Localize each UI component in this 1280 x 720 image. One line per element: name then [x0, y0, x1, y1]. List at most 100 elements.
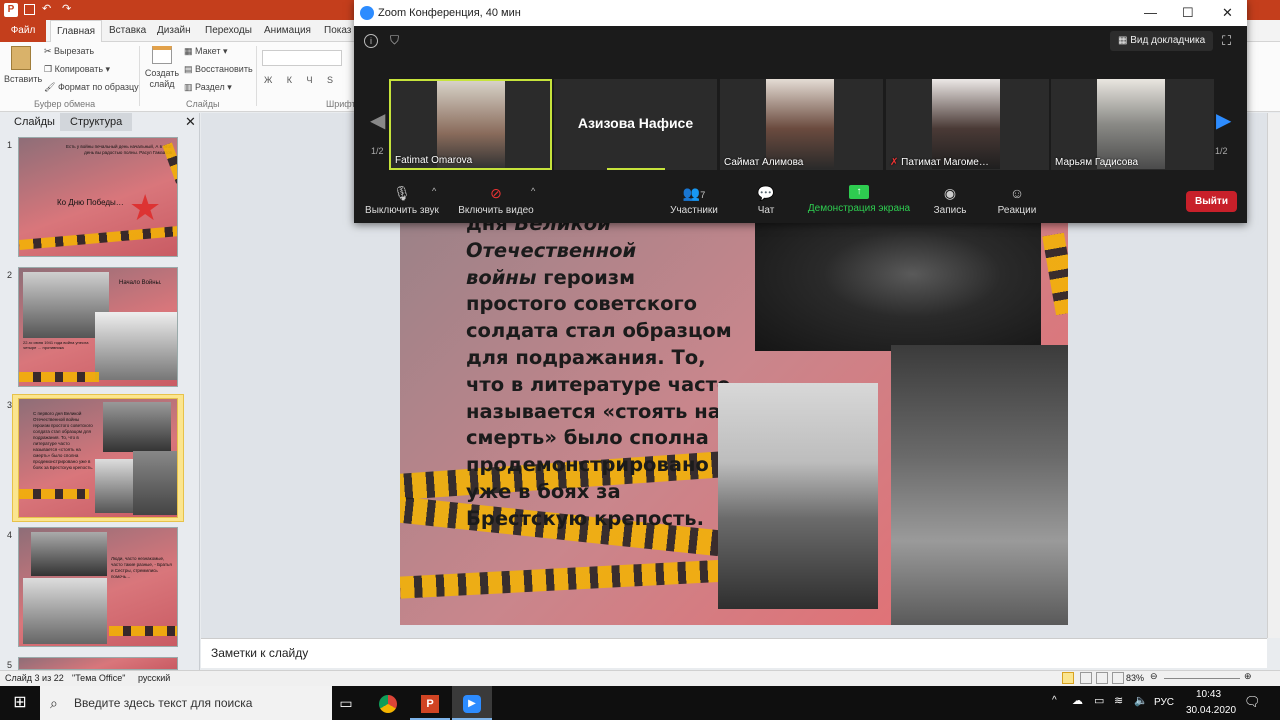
clock-date[interactable]: 30.04.2020 — [1186, 705, 1236, 716]
close-icon[interactable]: ✕ — [1222, 0, 1233, 26]
maximize-icon[interactable]: ☐ — [1182, 0, 1194, 26]
minimize-icon[interactable]: — — [1144, 0, 1157, 26]
volume-icon[interactable]: 🔈 — [1134, 694, 1148, 707]
thumbnail-photo — [103, 402, 171, 452]
slide-thumbnail-5[interactable] — [18, 657, 178, 670]
tab-animation[interactable]: Анимация — [258, 20, 317, 42]
taskbar-search[interactable]: ⌕ Введите здесь текст для поиска — [40, 686, 332, 720]
war-photo-nurse[interactable] — [718, 383, 878, 609]
reading-view-icon[interactable] — [1096, 672, 1108, 684]
zoom-level[interactable]: 83% — [1126, 673, 1144, 683]
participants-button[interactable]: 👥7 Участники — [666, 185, 722, 216]
zoom-window-title: Zoom Конференция, 40 мин — [378, 7, 521, 19]
tray-chevron-icon[interactable]: ^ — [1052, 695, 1057, 706]
slide-number: 4 — [7, 530, 13, 540]
layout-button[interactable]: ▦ Макет ▾ — [184, 46, 228, 57]
video-tile-fatimat[interactable]: Fatimat Omarova — [389, 79, 552, 170]
paste-button[interactable]: Вставить — [4, 46, 42, 96]
close-icon[interactable]: ✕ — [185, 114, 196, 130]
microphone-icon: 🎙 — [393, 185, 411, 201]
share-screen-button[interactable]: ↑ Демонстрация экрана — [804, 185, 914, 214]
start-video-button[interactable]: ⊘ Включить видео — [454, 185, 538, 216]
cloud-icon[interactable]: ☁ — [1072, 694, 1083, 707]
video-tile-azizova[interactable]: Азизова Нафисе — [554, 79, 717, 170]
slide-thumbnail-4[interactable]: Люди, часто незнакомые, часто такие разн… — [18, 527, 178, 647]
normal-view-icon[interactable] — [1062, 672, 1074, 684]
current-slide[interactable]: дня Великой Отечественной войны героизм … — [400, 223, 1068, 625]
mic-muted-icon: ✗ — [890, 157, 902, 168]
powerpoint-taskbar-icon[interactable]: P — [410, 686, 450, 720]
participant-video — [1097, 79, 1165, 169]
font-name-select[interactable] — [262, 50, 342, 66]
tab-outline[interactable]: Структура — [60, 113, 133, 131]
task-view-icon[interactable]: ▭ — [326, 686, 366, 720]
copy-button[interactable]: ❐ Копировать ▾ — [44, 64, 110, 75]
zoom-in-icon[interactable]: ⊕ — [1244, 671, 1252, 682]
star-icon: ★ — [129, 187, 162, 228]
slide-thumbnail-2[interactable]: Начало Войны. 22-го июня 1941 года война… — [18, 267, 178, 387]
share-screen-icon: ↑ — [849, 185, 869, 199]
new-slide-button[interactable]: Создать слайд — [144, 46, 180, 90]
status-bar: Слайд 3 из 22 "Тема Office" русский 83% … — [0, 670, 1280, 686]
tab-slides[interactable]: Слайды — [4, 113, 65, 131]
info-icon[interactable]: i — [364, 34, 378, 48]
tab-file[interactable]: Файл — [0, 20, 46, 42]
record-button[interactable]: ◉ Запись — [930, 185, 970, 216]
chrome-icon[interactable] — [368, 686, 408, 720]
language-status: русский — [138, 673, 171, 683]
next-page-icon[interactable]: ▶ — [1216, 108, 1231, 133]
chat-button[interactable]: 💬 Чат — [748, 185, 784, 216]
video-tile-patimat[interactable]: ✗ Патимат Магоме… — [886, 79, 1049, 170]
video-tile-maryam[interactable]: Марьям Гадисова — [1051, 79, 1214, 170]
sorter-view-icon[interactable] — [1080, 672, 1092, 684]
brush-icon: 🖌 — [44, 82, 58, 92]
redo-icon[interactable]: ↷ — [62, 2, 71, 15]
windows-start-icon[interactable]: ⊞ — [0, 686, 40, 720]
thumbnail-photo — [95, 459, 133, 513]
chevron-up-icon[interactable]: ^ — [432, 186, 436, 196]
section-button[interactable]: ▥ Раздел ▾ — [184, 82, 232, 93]
font-group-label: Шрифт — [326, 99, 356, 109]
zoom-slider[interactable] — [1164, 678, 1240, 679]
video-off-icon: ⊘ — [490, 185, 502, 201]
tab-insert[interactable]: Вставка — [103, 20, 152, 42]
zoom-taskbar-icon[interactable]: ▶ — [452, 686, 492, 720]
undo-icon[interactable]: ↶ — [42, 2, 51, 15]
zoom-out-icon[interactable]: ⊖ — [1150, 671, 1158, 682]
slide-thumbnail-3[interactable]: С первого дня Великой Отечественной войн… — [18, 398, 178, 518]
slide-thumbnail-1[interactable]: Есть у войны печальный день начальный, А… — [18, 137, 178, 257]
fullscreen-icon[interactable]: ⛶ — [1222, 33, 1231, 49]
font-style-buttons[interactable]: Ж К Ч S — [264, 75, 339, 85]
tab-design[interactable]: Дизайн — [151, 20, 197, 42]
format-painter-button[interactable]: 🖌 Формат по образцу — [44, 82, 139, 93]
tab-home[interactable]: Главная — [50, 20, 103, 42]
shield-icon[interactable]: ⛉ — [390, 33, 399, 48]
reset-button[interactable]: ▤ Восстановить — [184, 64, 253, 75]
leave-button[interactable]: Выйти — [1186, 191, 1237, 212]
war-photo-soldier[interactable] — [755, 223, 1041, 351]
participants-icon: 👥 — [682, 185, 701, 201]
input-language[interactable]: РУС — [1154, 697, 1174, 708]
save-icon[interactable] — [24, 4, 35, 15]
chevron-up-icon[interactable]: ^ — [531, 186, 535, 196]
notifications-icon[interactable]: 🗨 — [1244, 694, 1261, 710]
slideshow-view-icon[interactable] — [1112, 672, 1124, 684]
wifi-icon[interactable]: ≋ — [1114, 694, 1123, 707]
mute-button[interactable]: 🎙 Выключить звук — [362, 185, 442, 216]
zoom-window: Zoom Конференция, 40 мин — ☐ ✕ i ⛉ ▦ Вид… — [354, 0, 1247, 223]
prev-page-icon[interactable]: ◀ — [370, 108, 385, 133]
cut-button[interactable]: ✂ Вырезать — [44, 46, 94, 57]
clock-time[interactable]: 10:43 — [1196, 689, 1221, 700]
speaker-view-button[interactable]: ▦ Вид докладчика — [1110, 31, 1214, 51]
notes-pane[interactable]: Заметки к слайду — [201, 638, 1267, 668]
tab-transitions[interactable]: Переходы — [199, 20, 258, 42]
battery-icon[interactable]: ▭ — [1094, 694, 1104, 707]
reactions-button[interactable]: ☺ Реакции — [994, 185, 1040, 216]
slide-counter: Слайд 3 из 22 — [5, 673, 64, 683]
slide-panel: Слайды Структура ✕ 1 Есть у войны печаль… — [0, 113, 200, 670]
video-tile-saimat[interactable]: Саймат Алимова — [720, 79, 883, 170]
slide-body-text[interactable]: дня Великой Отечественной войны героизм … — [466, 223, 736, 533]
war-photo-medic[interactable] — [891, 345, 1068, 625]
vertical-scrollbar[interactable] — [1267, 113, 1280, 638]
record-icon: ◉ — [943, 185, 957, 201]
